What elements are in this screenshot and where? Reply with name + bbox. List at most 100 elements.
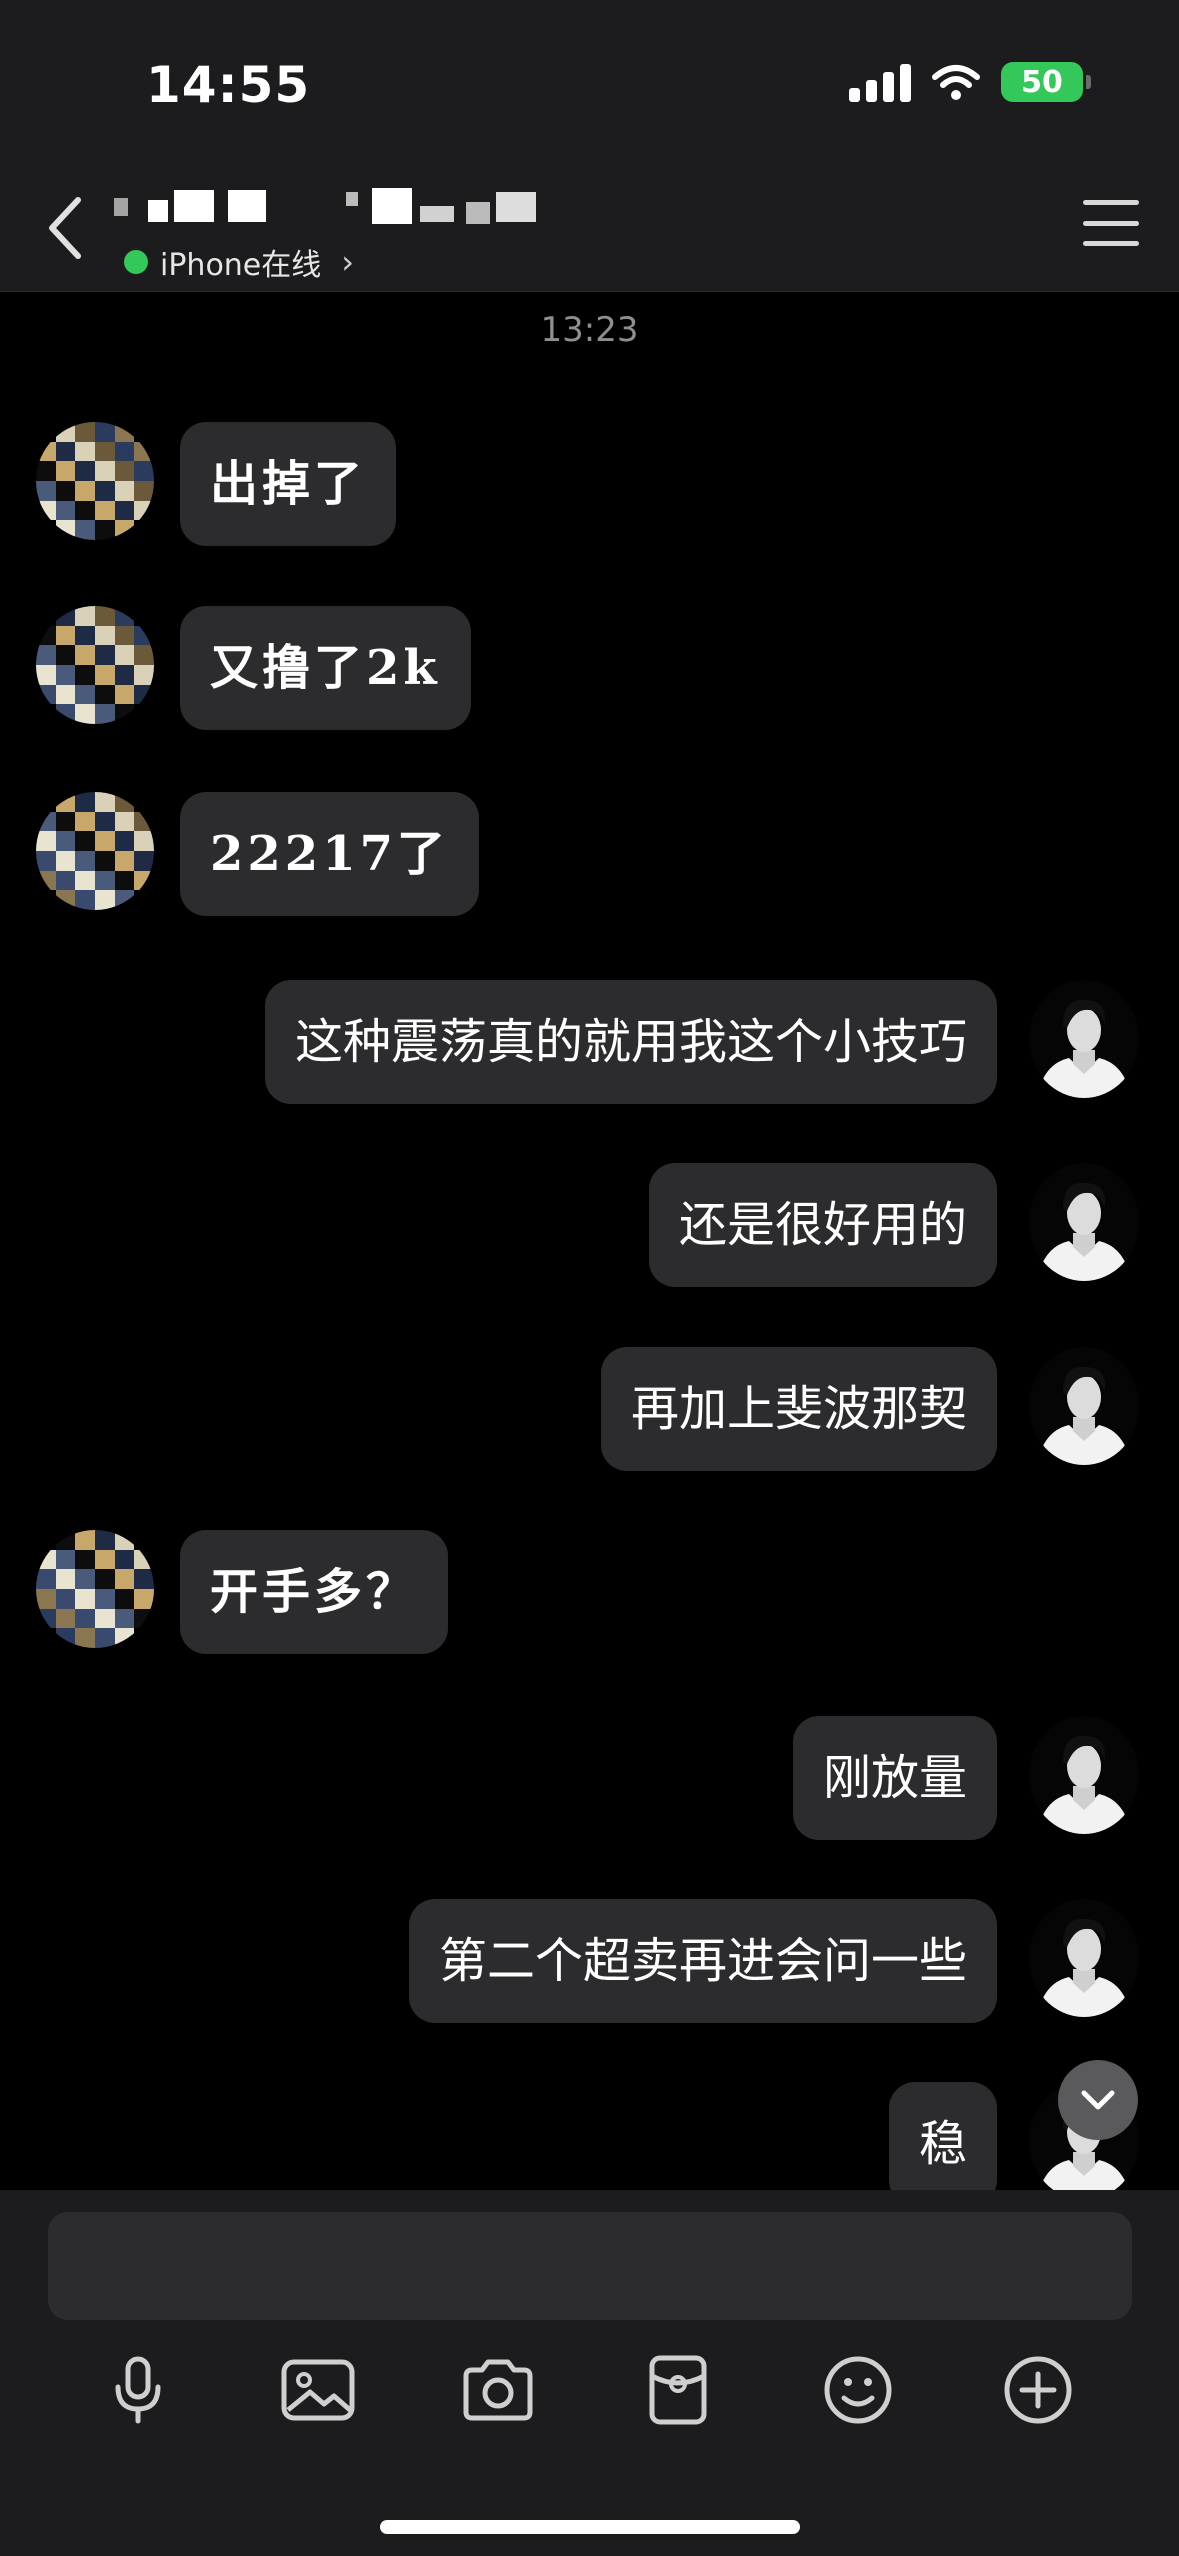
status-icons: 50 [849,62,1091,102]
my-avatar[interactable] [1029,1347,1139,1465]
avatar-pixel [55,704,76,724]
avatar-pixel [36,500,56,521]
message-bubble[interactable]: 22217了 [180,792,479,916]
contact-avatar[interactable] [36,606,154,724]
status-time: 14:55 [146,56,311,114]
avatar-pixel [55,1530,76,1550]
avatar-pixel [94,1569,115,1589]
home-indicator [380,2520,800,2534]
avatar-pixel [36,645,56,665]
avatar-pixel [36,1530,56,1550]
avatar-pixel [94,480,115,501]
portrait-image [1029,1347,1139,1465]
message-bubble[interactable]: 还是很好用的 [648,1163,997,1287]
message-bubble[interactable]: 第二个超卖再进会问一些 [408,1899,997,2023]
message-bubble[interactable]: 再加上斐波那契 [600,1347,997,1471]
avatar-pixel [94,441,115,462]
message-row: 22217了 [0,792,1179,918]
add-icon[interactable] [998,2350,1078,2430]
contact-avatar[interactable] [36,792,154,910]
avatar-pixel [94,870,115,891]
avatar-pixel [94,500,115,521]
contact-name-pixelated[interactable] [110,188,590,236]
avatar-pixel [55,645,76,665]
message-bubble[interactable]: 这种震荡真的就用我这个小技巧 [264,980,997,1104]
contact-avatar[interactable] [36,1530,154,1648]
avatar-pixel [134,422,154,442]
message-bubble[interactable]: 出掉了 [180,422,397,546]
avatar-pixel [134,1549,154,1570]
message-bubble[interactable]: 刚放量 [792,1716,997,1840]
avatar-pixel [55,480,76,501]
red-packet-icon[interactable] [638,2350,718,2430]
avatar-pixel [55,890,76,910]
camera-icon[interactable] [458,2350,538,2430]
avatar-pixel [36,422,56,442]
avatar-pixel [134,480,154,501]
avatar-pixel [55,422,76,442]
chevron-down-icon [1081,2090,1115,2110]
my-avatar[interactable] [1029,980,1139,1098]
wifi-icon [932,65,980,100]
image-icon[interactable] [278,2350,358,2430]
message-row: 还是很好用的 [0,1163,1179,1289]
avatar-pixel [55,831,76,851]
back-icon[interactable] [36,188,96,268]
avatar-pixel [94,1608,115,1629]
avatar-pixel [36,520,56,540]
avatar-pixel [94,1530,115,1550]
avatar-pixel [36,870,56,891]
my-avatar[interactable] [1029,1716,1139,1834]
avatar-pixel [114,520,135,540]
avatar-pixel [36,1569,56,1589]
avatar-pixel [94,625,115,646]
message-row: 开手多？ [0,1530,1179,1656]
microphone-icon[interactable] [98,2350,178,2430]
my-avatar[interactable] [1029,1163,1139,1281]
avatar-pixel [94,520,115,540]
avatar-pixel [55,792,76,812]
avatar-pixel [75,422,95,442]
portrait-image [1029,1716,1139,1834]
avatar-pixel [36,704,56,724]
emoji-icon[interactable] [818,2350,898,2430]
avatar-pixel [36,831,56,851]
avatar-pixel [55,1549,76,1570]
message-bubble[interactable]: 稳 [888,2082,997,2206]
input-toolbar [0,2350,1179,2460]
avatar-pixel [36,461,56,481]
avatar-pixel [114,1628,135,1648]
avatar-pixel [75,684,95,705]
avatar-pixel [134,890,154,910]
avatar-pixel [36,1628,56,1648]
avatar-pixel [55,870,76,891]
battery-level: 50 [1021,64,1063,100]
avatar-pixel [75,870,95,891]
chevron-right-icon: › [341,243,355,281]
avatar-pixel [94,1549,115,1570]
menu-icon[interactable] [1083,200,1139,246]
avatar-pixel [75,1608,95,1629]
avatar-pixel [114,1608,135,1629]
message-input[interactable] [48,2212,1132,2320]
my-avatar[interactable] [1029,1899,1139,2017]
avatar-pixel [114,831,135,851]
message-bubble[interactable]: 又撸了2k [180,606,471,730]
avatar-pixel [114,1569,135,1589]
message-bubble[interactable]: 开手多？ [180,1530,449,1654]
online-status[interactable]: iPhone在线 › [124,240,354,284]
avatar-pixel [55,1608,76,1629]
avatar-pixel [75,664,95,685]
avatar-pixel [134,1608,154,1629]
avatar-pixel [75,480,95,501]
avatar-pixel [134,1530,154,1550]
avatar-pixel [55,850,76,871]
avatar-pixel [55,441,76,462]
contact-avatar[interactable] [36,422,154,540]
avatar-pixel [75,520,95,540]
avatar-pixel [94,890,115,910]
scroll-to-bottom-button[interactable] [1058,2060,1138,2140]
avatar-pixel [94,422,115,442]
message-row: 又撸了2k [0,606,1179,732]
avatar-pixel [94,850,115,871]
